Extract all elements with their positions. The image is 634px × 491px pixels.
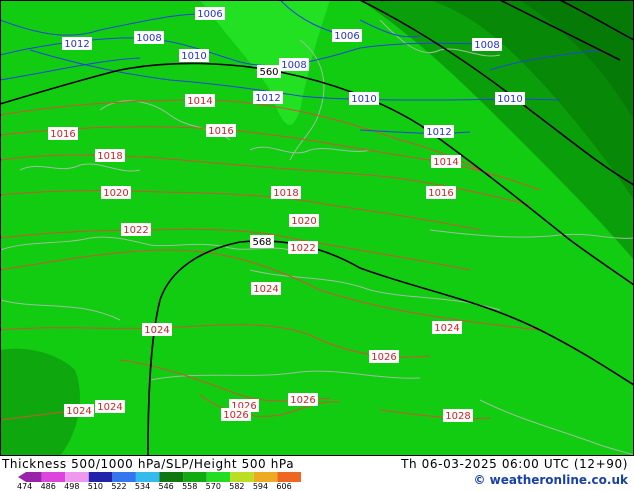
colorbar-swatch [206, 472, 231, 482]
isobar-label: 1012 [255, 93, 280, 104]
colorbar-swatch [41, 472, 66, 482]
colorbar-swatch [26, 472, 42, 482]
colorbar-swatch [88, 472, 113, 482]
thickness-label: 1018 [97, 151, 122, 162]
isobar-label: 1006 [334, 31, 359, 42]
isobar-label: 1012 [426, 127, 451, 138]
colorbar-arrow [18, 472, 26, 482]
weather-map: 1006 1006 1008 1008 1008 1010 1010 1010 … [0, 0, 634, 456]
weather-map-view: 1006 1006 1008 1008 1008 1010 1010 1010 … [0, 0, 634, 491]
isobar-label: 1006 [197, 9, 222, 20]
thickness-label: 1024 [253, 284, 278, 295]
isobar-label: 1008 [136, 33, 161, 44]
thickness-label: 1026 [290, 395, 315, 406]
colorbar-swatch [135, 472, 160, 482]
thickness-label: 1014 [187, 96, 212, 107]
thickness-label: 1024 [97, 402, 122, 413]
thickness-shade-southwest [0, 348, 80, 456]
thickness-label: 1016 [428, 188, 453, 199]
colorbar-swatch [112, 472, 136, 482]
thickness-label: 1022 [290, 243, 315, 254]
colorbar-swatch [183, 472, 207, 482]
thickness-label: 1020 [103, 188, 128, 199]
isobar-label: 1010 [351, 94, 376, 105]
height-label: 568 [252, 237, 271, 248]
isobar-label: 1008 [474, 40, 499, 51]
credit-link[interactable]: © weatheronline.co.uk [473, 473, 628, 487]
thickness-label: 1024 [66, 406, 91, 417]
thickness-label: 1014 [433, 157, 458, 168]
thickness-label: 1026 [223, 410, 248, 421]
height-label: 560 [259, 67, 278, 78]
isobar-label: 1012 [64, 39, 89, 50]
thickness-label: 1016 [208, 126, 233, 137]
thickness-label: 1018 [273, 188, 298, 199]
thickness-label: 1024 [434, 323, 459, 334]
thickness-label: 1022 [123, 225, 148, 236]
isobar-label: 1010 [181, 51, 206, 62]
isobar-label: 1008 [281, 60, 306, 71]
thickness-label: 1028 [445, 411, 470, 422]
colorbar-swatch [253, 472, 278, 482]
thickness-label: 1020 [291, 216, 316, 227]
forecast-datetime: Th 06-03-2025 06:00 UTC (12+90) [401, 457, 628, 471]
colorbar-swatch [277, 472, 301, 482]
colorbar-swatch [65, 472, 89, 482]
map-title: Thickness 500/1000 hPa/SLP/Height 500 hP… [2, 457, 295, 471]
thickness-label: 1016 [50, 129, 75, 140]
colorbar [18, 472, 301, 482]
colorbar-swatch [159, 472, 184, 482]
map-footer: Thickness 500/1000 hPa/SLP/Height 500 hP… [0, 456, 634, 491]
isobar-label: 1010 [497, 94, 522, 105]
thickness-label: 1024 [144, 325, 169, 336]
thickness-label: 1026 [371, 352, 396, 363]
colorbar-swatch [230, 472, 254, 482]
